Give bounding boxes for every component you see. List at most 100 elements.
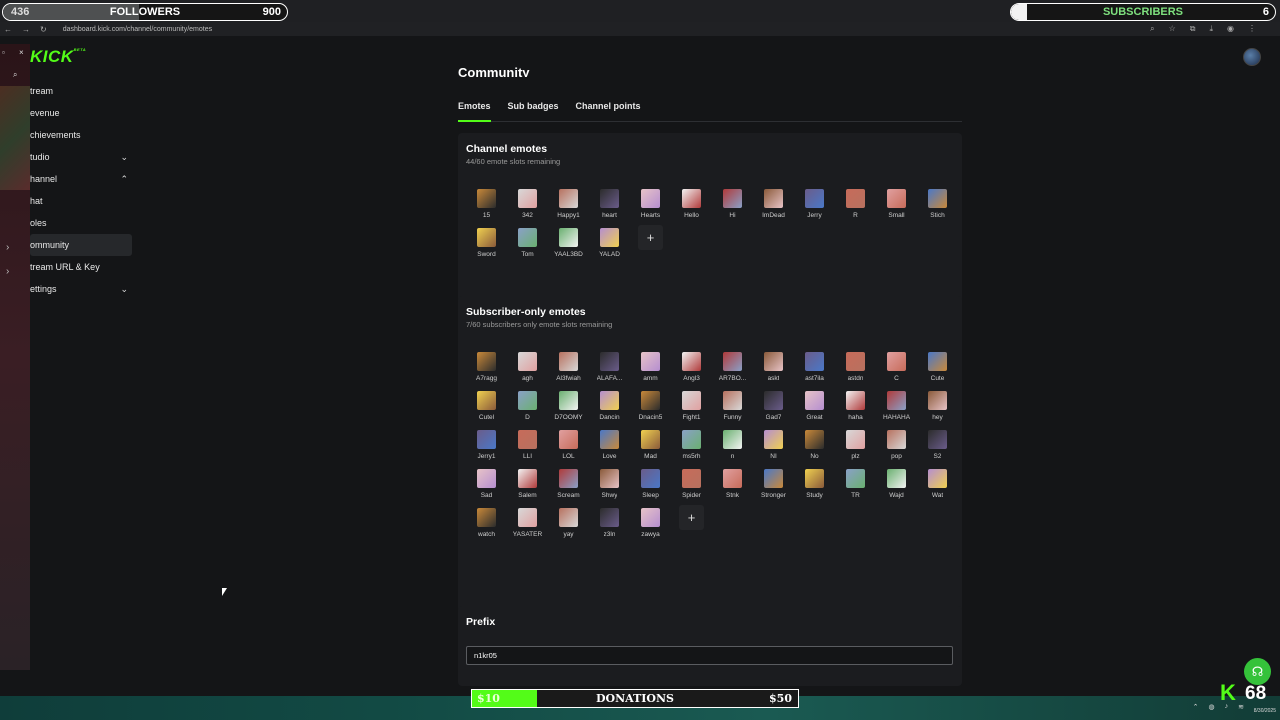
close-icon[interactable]: × bbox=[19, 48, 24, 57]
emote-item[interactable]: Hi bbox=[712, 189, 753, 219]
emote-item[interactable]: Dnacin5 bbox=[630, 391, 671, 421]
tab-sub-badges[interactable]: Sub badges bbox=[508, 101, 559, 122]
sidebar-item[interactable]: hannel ⌃ bbox=[30, 168, 132, 190]
prefix-input[interactable]: n1kr05 bbox=[466, 646, 953, 665]
menu-icon[interactable]: ⋮ bbox=[1248, 24, 1256, 34]
emote-item[interactable]: Mad bbox=[630, 430, 671, 460]
emote-item[interactable]: plz bbox=[835, 430, 876, 460]
emote-item[interactable]: Hello bbox=[671, 189, 712, 219]
emote-item[interactable]: Stich bbox=[917, 189, 958, 219]
emote-item[interactable]: C bbox=[876, 352, 917, 382]
window-icon[interactable]: ▫ bbox=[2, 48, 5, 57]
emote-item[interactable]: astdn bbox=[835, 352, 876, 382]
emote-item[interactable]: No bbox=[794, 430, 835, 460]
emote-item[interactable]: heart bbox=[589, 189, 630, 219]
back-icon[interactable]: ← bbox=[4, 25, 12, 34]
sidebar-item[interactable]: oles bbox=[30, 212, 132, 234]
emote-item[interactable]: Study bbox=[794, 469, 835, 499]
forward-icon[interactable]: → bbox=[22, 25, 30, 34]
kick-logo[interactable]: KICKBETA bbox=[30, 47, 86, 67]
search-icon[interactable]: ⌕ bbox=[13, 70, 17, 80]
emote-item[interactable]: Hearts bbox=[630, 189, 671, 219]
emote-item[interactable]: Al3fwiah bbox=[548, 352, 589, 382]
emote-item[interactable]: LOL bbox=[548, 430, 589, 460]
sidebar-item[interactable]: ettings ⌄ bbox=[30, 278, 132, 300]
emote-item[interactable]: yay bbox=[548, 508, 589, 538]
emote-item[interactable]: 342 bbox=[507, 189, 548, 219]
emote-item[interactable]: YASATER bbox=[507, 508, 548, 538]
emote-item[interactable]: Love bbox=[589, 430, 630, 460]
taskbar-date[interactable]: 8/30/2025 bbox=[1254, 708, 1276, 714]
add-emote-button[interactable]: + bbox=[630, 225, 671, 258]
emote-item[interactable]: Sleep bbox=[630, 469, 671, 499]
emote-item[interactable]: askt bbox=[753, 352, 794, 382]
emote-item[interactable]: Small bbox=[876, 189, 917, 219]
emote-item[interactable]: Stnk bbox=[712, 469, 753, 499]
emote-item[interactable]: D7OOMY bbox=[548, 391, 589, 421]
user-avatar[interactable] bbox=[1243, 48, 1261, 66]
wifi-icon[interactable]: ≋ bbox=[1238, 703, 1244, 711]
emote-item[interactable]: Dancin bbox=[589, 391, 630, 421]
profile-icon[interactable]: ◉ bbox=[1227, 24, 1234, 34]
emote-item[interactable]: Cutel bbox=[466, 391, 507, 421]
emote-item[interactable]: Sad bbox=[466, 469, 507, 499]
emote-item[interactable]: Gad7 bbox=[753, 391, 794, 421]
emote-item[interactable]: NI bbox=[753, 430, 794, 460]
emote-item[interactable]: amm bbox=[630, 352, 671, 382]
url-text[interactable]: dashboard.kick.com/channel/community/emo… bbox=[63, 26, 212, 33]
emote-item[interactable]: 15 bbox=[466, 189, 507, 219]
emote-item[interactable]: Spider bbox=[671, 469, 712, 499]
sidebar-item[interactable]: tudio ⌄ bbox=[30, 146, 132, 168]
bookmark-star-icon[interactable]: ☆ bbox=[1169, 24, 1176, 34]
chevron-right-icon[interactable]: › bbox=[6, 242, 9, 253]
emote-item[interactable]: Cute bbox=[917, 352, 958, 382]
emote-item[interactable]: Jerry1 bbox=[466, 430, 507, 460]
emote-item[interactable]: Stronger bbox=[753, 469, 794, 499]
emote-item[interactable]: Happy1 bbox=[548, 189, 589, 219]
sidebar-item[interactable]: tream bbox=[30, 80, 132, 102]
emote-item[interactable]: A7ragg bbox=[466, 352, 507, 382]
chevron-right-icon[interactable]: › bbox=[6, 266, 9, 277]
sidebar-item[interactable]: ommunity bbox=[30, 234, 132, 256]
emote-item[interactable]: Wajd bbox=[876, 469, 917, 499]
emote-item[interactable]: pop bbox=[876, 430, 917, 460]
emote-item[interactable]: zawya bbox=[630, 508, 671, 538]
emote-item[interactable]: Fight1 bbox=[671, 391, 712, 421]
sidebar-item[interactable]: chievements bbox=[30, 124, 132, 146]
emote-item[interactable]: Tom bbox=[507, 228, 548, 258]
emote-item[interactable]: z3ln bbox=[589, 508, 630, 538]
emote-item[interactable]: haha bbox=[835, 391, 876, 421]
emote-item[interactable]: TR bbox=[835, 469, 876, 499]
emote-item[interactable]: Funny bbox=[712, 391, 753, 421]
emote-item[interactable]: Sword bbox=[466, 228, 507, 258]
emote-item[interactable]: n bbox=[712, 430, 753, 460]
emote-item[interactable]: D bbox=[507, 391, 548, 421]
tab-emotes[interactable]: Emotes bbox=[458, 101, 491, 122]
zoom-icon[interactable]: ⌕ bbox=[1150, 24, 1154, 34]
emote-item[interactable]: Great bbox=[794, 391, 835, 421]
sidebar-item[interactable]: evenue bbox=[30, 102, 132, 124]
emote-item[interactable]: agh bbox=[507, 352, 548, 382]
emote-item[interactable]: AR7BO... bbox=[712, 352, 753, 382]
emote-item[interactable]: LLI bbox=[507, 430, 548, 460]
emote-item[interactable]: ALAFA... bbox=[589, 352, 630, 382]
emote-item[interactable]: hey bbox=[917, 391, 958, 421]
emote-item[interactable]: S2 bbox=[917, 430, 958, 460]
sidebar-item[interactable]: hat bbox=[30, 190, 132, 212]
emote-item[interactable]: YAAL3BD bbox=[548, 228, 589, 258]
reload-icon[interactable]: ↻ bbox=[40, 25, 47, 34]
tab-channel-points[interactable]: Channel points bbox=[576, 101, 641, 122]
sidebar-item[interactable]: tream URL & Key bbox=[30, 256, 132, 278]
emote-item[interactable]: ms5rh bbox=[671, 430, 712, 460]
emote-item[interactable]: ImDead bbox=[753, 189, 794, 219]
add-emote-button[interactable]: + bbox=[671, 505, 712, 538]
emote-item[interactable]: R bbox=[835, 189, 876, 219]
emote-item[interactable]: ast7ila bbox=[794, 352, 835, 382]
network-icon[interactable]: ◍ bbox=[1209, 703, 1215, 711]
emote-item[interactable]: Salem bbox=[507, 469, 548, 499]
emote-item[interactable]: YALAD bbox=[589, 228, 630, 258]
emote-item[interactable]: Wat bbox=[917, 469, 958, 499]
download-icon[interactable]: ⤓ bbox=[1209, 24, 1213, 34]
chevron-up-icon[interactable]: ⌃ bbox=[1193, 703, 1199, 711]
emote-item[interactable]: Jerry bbox=[794, 189, 835, 219]
